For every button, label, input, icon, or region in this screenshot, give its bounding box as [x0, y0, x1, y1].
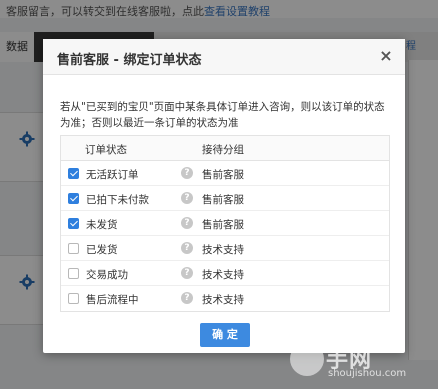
status-checkbox[interactable]: [68, 218, 79, 229]
watermark-subtext: shoujishou.com: [328, 368, 407, 379]
help-icon[interactable]: ?: [181, 242, 193, 254]
close-icon[interactable]: ×: [379, 47, 393, 65]
status-checkbox[interactable]: [68, 168, 79, 179]
column-header-status: 订单状态: [85, 144, 127, 156]
table-row: 未发货 ? 售前客服: [61, 211, 389, 236]
dialog-description: 若从"已买到的宝贝"页面中某条具体订单进入咨询，则以该订单的状态为准；否则以最近…: [60, 101, 385, 129]
dialog-header: 售前客服 - 绑定订单状态 ×: [43, 39, 405, 75]
order-status-label: 已发货: [86, 244, 118, 256]
table-row: 已发货 ? 技术支持: [61, 236, 389, 261]
order-status-label: 未发货: [86, 219, 118, 231]
watermark: 手网 shoujishou.com: [290, 340, 436, 386]
order-status-label: 售后流程中: [86, 294, 139, 306]
help-icon[interactable]: ?: [181, 292, 193, 304]
help-icon[interactable]: ?: [181, 217, 193, 229]
reception-group: 售前客服: [202, 194, 244, 206]
table-row: 售后流程中 ? 技术支持: [61, 286, 389, 311]
status-checkbox[interactable]: [68, 193, 79, 204]
reception-group: 售前客服: [202, 169, 244, 181]
dialog-title: 售前客服 - 绑定订单状态: [57, 53, 202, 68]
table-row: 已拍下未付款 ? 售前客服: [61, 186, 389, 211]
table-row: 无活跃订单 ? 售前客服: [61, 161, 389, 186]
help-icon[interactable]: ?: [181, 267, 193, 279]
status-checkbox[interactable]: [68, 268, 79, 279]
order-status-table: 订单状态 接待分组 无活跃订单 ? 售前客服 已拍下未付款 ? 售前客服 未发货…: [60, 135, 390, 312]
help-icon[interactable]: ?: [181, 192, 193, 204]
column-header-group: 接待分组: [202, 144, 244, 156]
order-status-label: 交易成功: [86, 269, 128, 281]
reception-group: 技术支持: [202, 294, 244, 306]
status-checkbox[interactable]: [68, 243, 79, 254]
help-icon[interactable]: ?: [181, 167, 193, 179]
order-status-label: 无活跃订单: [86, 169, 139, 181]
table-header: 订单状态 接待分组: [61, 136, 389, 161]
order-status-label: 已拍下未付款: [86, 194, 149, 206]
table-row: 交易成功 ? 技术支持: [61, 261, 389, 286]
watermark-logo-icon: [290, 342, 324, 376]
confirm-button[interactable]: 确 定: [200, 323, 250, 347]
reception-group: 售前客服: [202, 219, 244, 231]
reception-group: 技术支持: [202, 244, 244, 256]
status-checkbox[interactable]: [68, 293, 79, 304]
bind-order-status-dialog: 售前客服 - 绑定订单状态 × 若从"已买到的宝贝"页面中某条具体订单进入咨询，…: [43, 39, 405, 353]
reception-group: 技术支持: [202, 269, 244, 281]
